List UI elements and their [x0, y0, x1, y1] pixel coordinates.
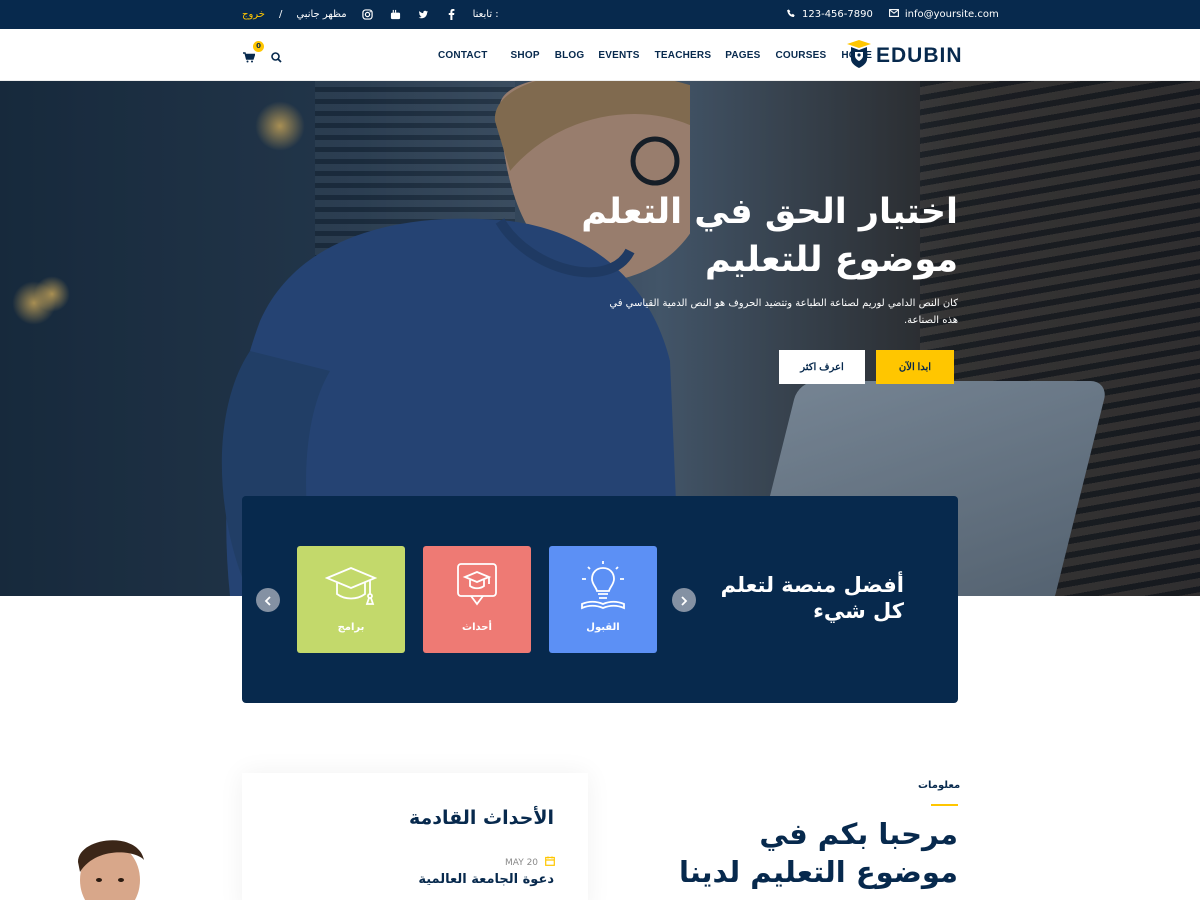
hero-title-line2: موضوع للتعليم	[705, 240, 958, 280]
category-card-events[interactable]: أحداث	[423, 546, 531, 653]
about-tag: معلومات	[918, 780, 961, 791]
graduation-cap-icon	[324, 560, 378, 612]
nav-contact[interactable]: CONTACT	[438, 50, 488, 61]
follow-label: تابعنا :	[472, 9, 499, 20]
hero-title: اختيار الحق في التعلم موضوع للتعليم	[538, 188, 958, 284]
separator: /	[278, 9, 283, 20]
event-date-text: MAY 20	[505, 857, 539, 868]
phone-item[interactable]: 123-456-7890	[787, 8, 873, 21]
contact-info: 123-456-7890 info@yoursite.com	[787, 0, 999, 29]
upcoming-events-card: الأحداث القادمة MAY 20 دعوة الجامعة العا…	[242, 773, 588, 900]
search-button[interactable]	[271, 48, 285, 63]
lightbulb-book-icon	[577, 560, 629, 612]
event-date: MAY 20	[505, 856, 555, 869]
theme-link[interactable]: مظهر جانبي	[296, 9, 346, 20]
about-title: مرحبا بكم في موضوع التعليم لدينا	[678, 817, 958, 889]
envelope-icon	[888, 9, 899, 20]
email-address: info@yoursite.com	[904, 9, 999, 20]
cart-button[interactable]: 0	[243, 41, 264, 63]
top-bar: خروج / مظهر جانبي تابعنا : 123-456-7890 …	[0, 0, 1200, 29]
logo-shield-icon	[846, 39, 872, 73]
phone-icon	[787, 8, 796, 21]
main-nav: CONTACT SHOP BLOG EVENTS TEACHERS PAGES …	[438, 29, 872, 81]
nav-blog[interactable]: BLOG	[555, 50, 585, 61]
cart-icon	[243, 48, 256, 67]
hero-title-line1: اختيار الحق في التعلم	[581, 192, 958, 232]
calendar-icon	[545, 856, 555, 869]
about-accent-line	[931, 804, 958, 806]
card-label: القبول	[586, 622, 620, 633]
category-panel: أفضل منصة لتعلم كل شيء القبول أحداث برام…	[242, 496, 958, 703]
nav-pages[interactable]: PAGES	[725, 50, 760, 61]
nav-events[interactable]: EVENTS	[598, 50, 639, 61]
carousel-next-button[interactable]	[672, 588, 696, 612]
learn-more-button[interactable]: اعرف اكثر	[779, 350, 865, 384]
twitter-icon[interactable]	[417, 8, 431, 22]
category-card-admission[interactable]: القبول	[549, 546, 657, 653]
event-name-link[interactable]: دعوة الجامعة العالمية	[418, 872, 554, 887]
social-bar: خروج / مظهر جانبي تابعنا :	[242, 0, 499, 29]
chevron-right-icon	[680, 591, 688, 610]
nav-courses[interactable]: COURSES	[775, 50, 826, 61]
events-title: الأحداث القادمة	[408, 807, 554, 829]
start-now-button[interactable]: ابدا الآن	[876, 350, 954, 384]
site-header: 0 CONTACT SHOP BLOG EVENTS TEACHERS PAGE…	[0, 29, 1200, 81]
hero-description: كان النص الدامي لوريم لصناعة الطباعة وتت…	[609, 298, 958, 326]
youtube-icon[interactable]	[389, 8, 403, 22]
teacher-avatar-image	[66, 832, 156, 900]
facebook-icon[interactable]	[445, 8, 459, 22]
category-card-programs[interactable]: برامج	[297, 546, 405, 653]
card-label: برامج	[337, 622, 365, 633]
card-label: أحداث	[462, 622, 492, 633]
logout-link[interactable]: خروج	[242, 9, 265, 20]
carousel-prev-button[interactable]	[256, 588, 280, 612]
site-logo[interactable]: EDUBIN	[846, 39, 963, 73]
board-cap-icon	[451, 560, 503, 612]
nav-teachers[interactable]: TEACHERS	[655, 50, 712, 61]
email-item[interactable]: info@yoursite.com	[888, 9, 999, 20]
instagram-icon[interactable]	[361, 8, 375, 22]
panel-title: أفضل منصة لتعلم كل شيء	[720, 573, 904, 623]
cart-count-badge: 0	[253, 41, 264, 52]
nav-shop[interactable]: SHOP	[511, 50, 540, 61]
phone-number: 123-456-7890	[802, 9, 873, 20]
chevron-left-icon	[264, 591, 272, 610]
logo-text: EDUBIN	[876, 44, 963, 67]
search-icon	[271, 48, 282, 67]
